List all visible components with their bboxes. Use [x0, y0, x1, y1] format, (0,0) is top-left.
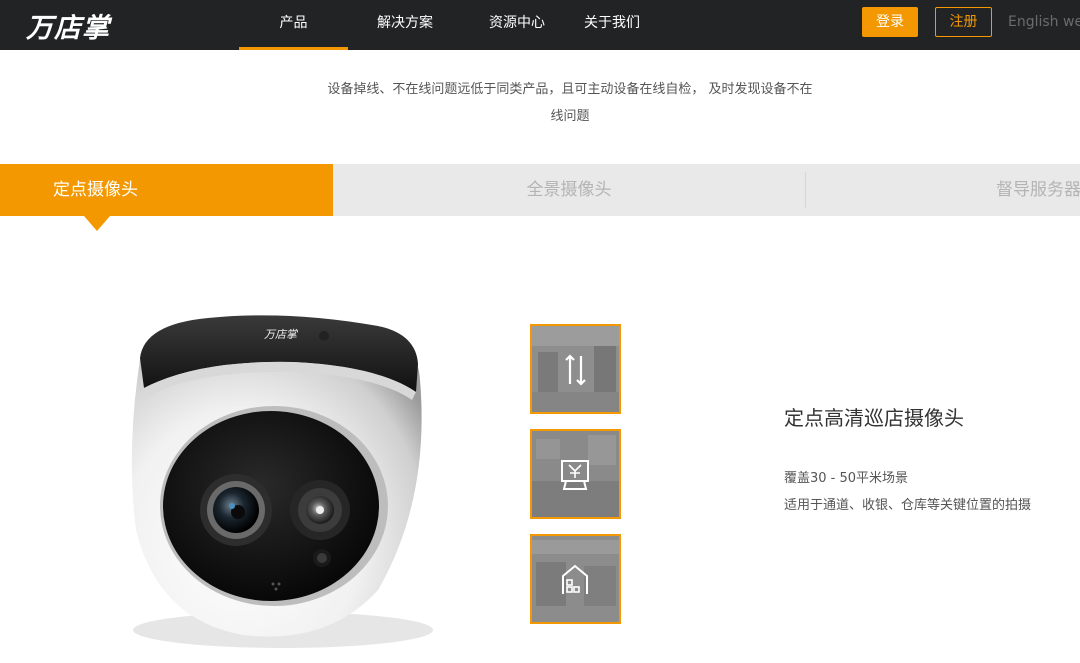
top-nav-bar: 万店掌 产品 解决方案 资源中心 关于我们 登录 注册 English web [0, 0, 1080, 50]
intro-text: 设备掉线、不在线问题远低于同类产品，且可主动设备在线自检， 及时发现设备不在 线… [290, 76, 850, 130]
brand-logo[interactable]: 万店掌 [26, 6, 110, 45]
product-usage: 适用于通道、收银、仓库等关键位置的拍摄 [784, 498, 1032, 513]
transfer-icon [565, 354, 586, 386]
feature-thumb-warehouse[interactable] [530, 534, 621, 624]
register-button[interactable]: 注册 [935, 7, 992, 37]
product-image-dome-camera: 万店掌 [78, 300, 498, 660]
english-site-link[interactable]: English web [1008, 0, 1080, 44]
intro-line-2: 线问题 [550, 109, 590, 124]
active-tab-pointer [84, 216, 110, 231]
tab-panoramic-camera[interactable]: 全景摄像头 [333, 164, 805, 216]
login-button[interactable]: 登录 [862, 7, 918, 37]
nav-item-solutions[interactable]: 解决方案 [348, 0, 462, 50]
nav-item-products[interactable]: 产品 [239, 0, 348, 50]
feature-thumb-cashier[interactable] [530, 429, 621, 519]
main-nav: 产品 解决方案 资源中心 关于我们 [239, 0, 652, 50]
warehouse-icon [562, 564, 588, 594]
product-coverage: 覆盖30 - 50平米场景 [784, 471, 909, 486]
product-tabs: 定点摄像头 全景摄像头 督导服务器 [0, 164, 1080, 216]
nav-item-about[interactable]: 关于我们 [572, 0, 652, 50]
camera-brand-label: 万店掌 [264, 328, 299, 341]
product-title: 定点高清巡店摄像头 [784, 406, 964, 430]
product-description: 覆盖30 - 50平米场景 适用于通道、收银、仓库等关键位置的拍摄 [784, 465, 1031, 519]
cashier-icon [561, 460, 589, 490]
tab-fixed-camera[interactable]: 定点摄像头 [0, 164, 333, 216]
feature-thumb-transfer[interactable] [530, 324, 621, 414]
intro-line-1: 设备掉线、不在线问题远低于同类产品，且可主动设备在线自检， 及时发现设备不在 [327, 82, 813, 97]
tab-supervision-server[interactable]: 督导服务器 [805, 172, 1080, 208]
nav-item-resources[interactable]: 资源中心 [462, 0, 572, 50]
